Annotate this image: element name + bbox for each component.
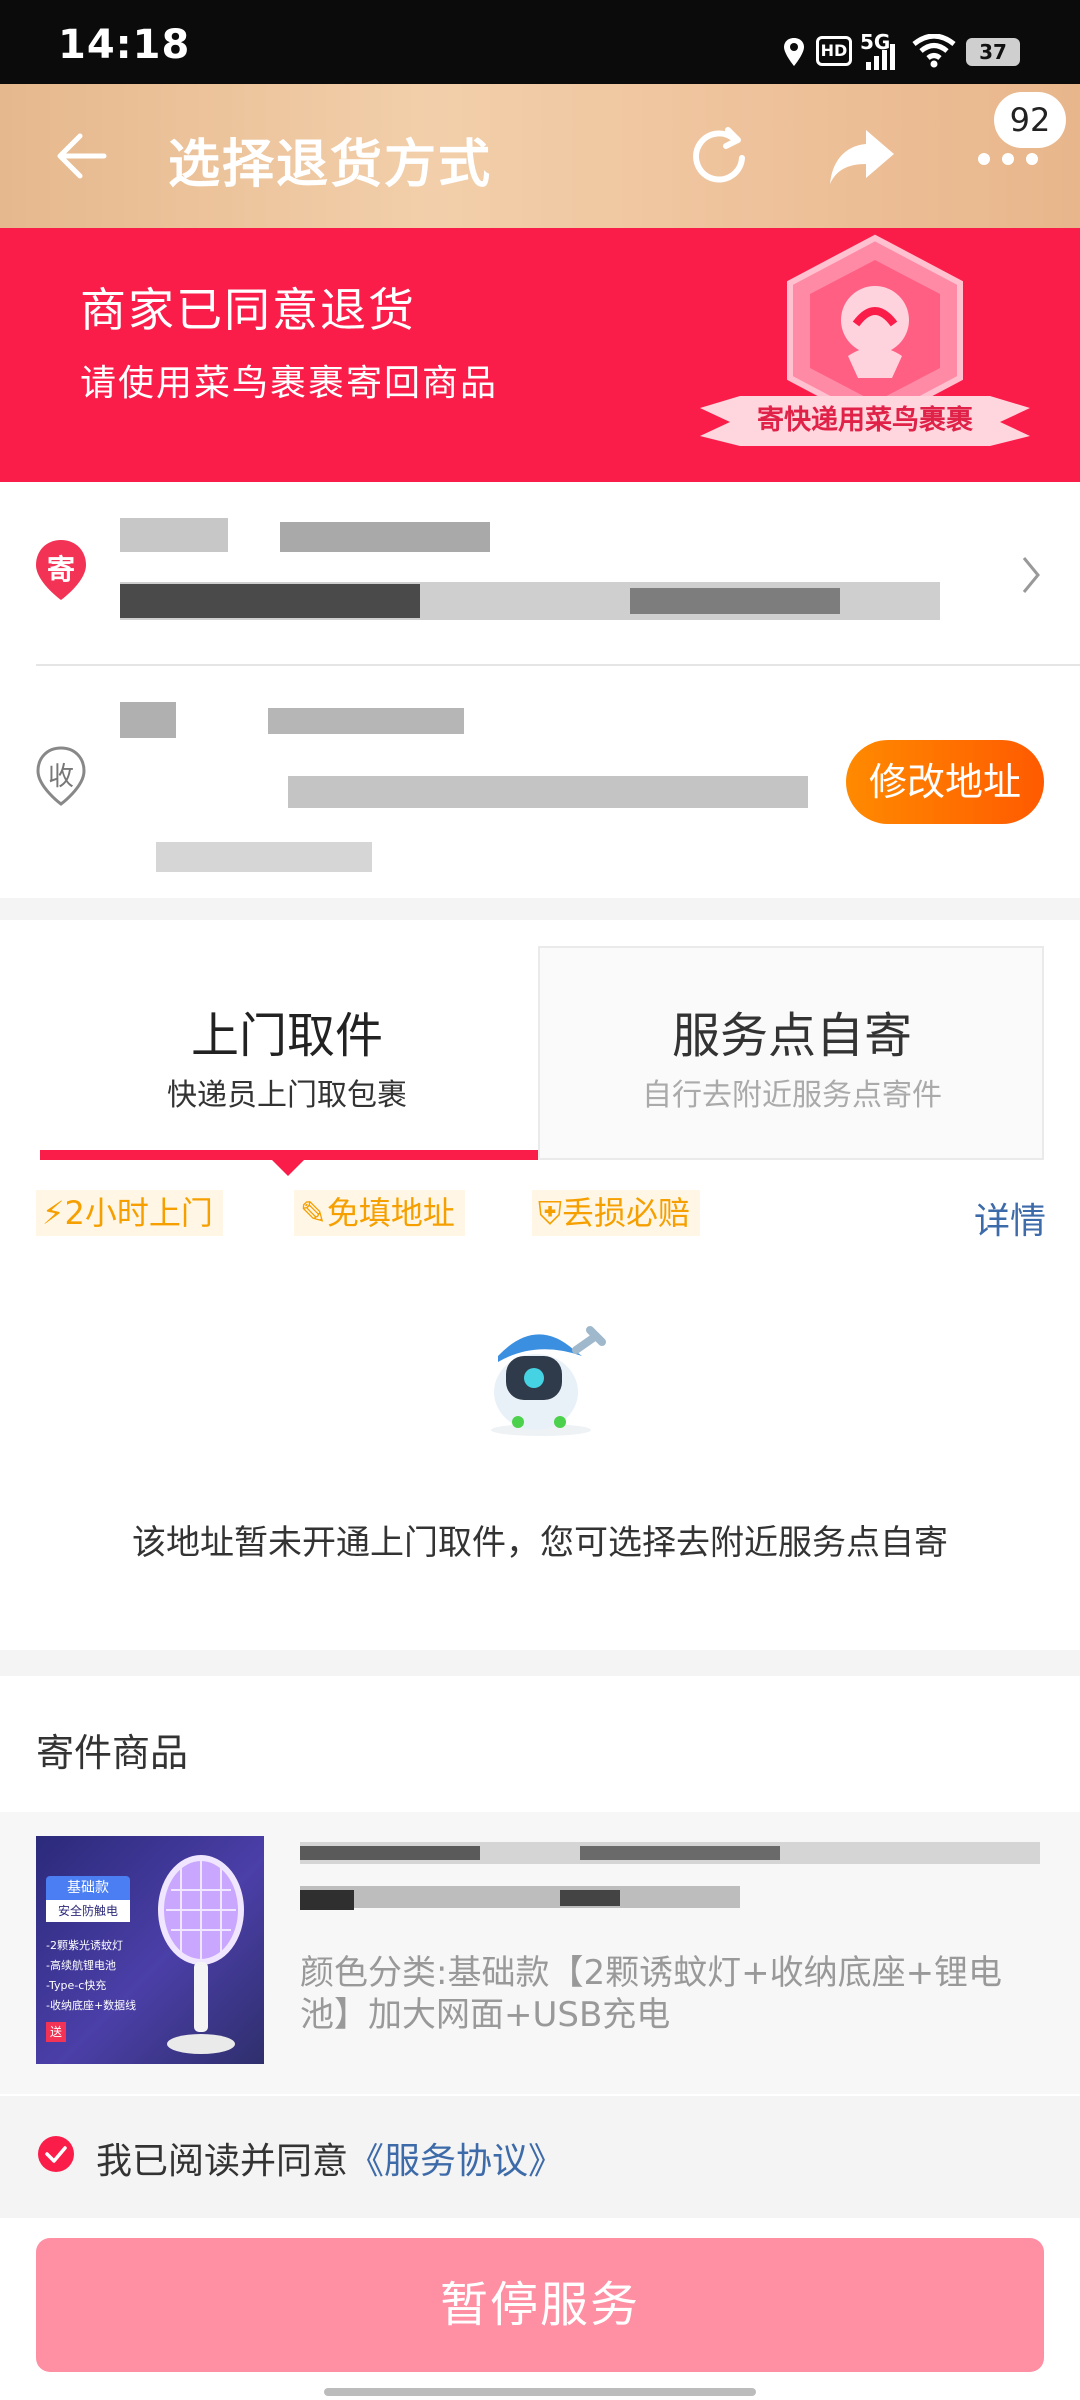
feature-tag: ✎免填地址 xyxy=(294,1190,465,1236)
page-title: 选择退货方式 xyxy=(168,135,493,195)
sender-tag: 寄 xyxy=(46,553,75,586)
return-banner: 商家已同意退货 请使用菜鸟裹裹寄回商品 寄快递用菜鸟裹裹 xyxy=(0,228,1080,482)
edit-note-icon: ✎ xyxy=(300,1194,327,1232)
lightning-icon: ⚡ xyxy=(42,1194,65,1232)
shield-icon: ⛨ xyxy=(538,1194,563,1232)
banner-title: 商家已同意退货 xyxy=(80,283,416,337)
tab-title: 上门取件 xyxy=(190,1008,383,1064)
goods-section: 寄件商品 基础款 安全防触电 -2颗紫光诱蚊灯 -高续航锂电池 -Type-c快… xyxy=(0,1676,1080,2096)
feature-tag: ⛨丢损必赔 xyxy=(532,1190,701,1236)
mosquito-racket-image xyxy=(158,1855,244,2054)
modify-address-button[interactable]: 修改地址 xyxy=(846,740,1044,824)
tab-self-dropoff[interactable]: 服务点自寄 自行去附近服务点寄件 xyxy=(540,946,1044,1160)
sender-address[interactable] xyxy=(120,518,1040,648)
robot-mascot-icon xyxy=(491,1326,606,1436)
top-nav: 选择退货方式 92 xyxy=(0,84,1080,228)
hd-icon: HD xyxy=(816,36,852,66)
wifi-icon xyxy=(912,34,956,68)
divider xyxy=(36,664,1080,666)
home-indicator[interactable] xyxy=(324,2388,756,2396)
tab-subtitle: 快递员上门取包裹 xyxy=(167,1078,407,1113)
share-icon[interactable] xyxy=(826,124,898,190)
tab-door-pickup[interactable]: 上门取件 快递员上门取包裹 xyxy=(36,946,540,1160)
status-bar: 14:18 HD 5G 37 xyxy=(0,0,1080,84)
location-icon xyxy=(784,38,804,66)
pickup-section: 上门取件 快递员上门取包裹 服务点自寄 自行去附近服务点寄件 ⚡2小时上门 ✎免… xyxy=(0,920,1080,1650)
product-title xyxy=(300,1842,1040,1922)
address-card: 寄 收 修改地址 xyxy=(0,482,1080,898)
status-time: 14:18 xyxy=(58,22,191,68)
tab-subtitle: 自行去附近服务点寄件 xyxy=(642,1078,942,1113)
goods-item[interactable]: 基础款 安全防触电 -2颗紫光诱蚊灯 -高续航锂电池 -Type-c快充 -收纳… xyxy=(0,1812,1080,2094)
product-variant: 颜色分类:基础款【2颗诱蚊灯+收纳底座+锂电池】加大网面+USB充电 xyxy=(300,1953,1003,2035)
bottom-bar: 暂停服务 xyxy=(0,2218,1080,2400)
tab-title: 服务点自寄 xyxy=(671,1008,912,1064)
receiver-address xyxy=(120,702,820,872)
battery-icon: 37 xyxy=(966,38,1020,66)
back-arrow-icon[interactable] xyxy=(50,126,110,186)
unavailable-notice: 该地址暂未开通上门取件，您可选择去附近服务点自寄 xyxy=(132,1523,948,1563)
detail-link[interactable]: 详情 xyxy=(974,1192,1046,1244)
message-badge[interactable]: 92 xyxy=(994,92,1066,148)
agreement-text: 我已阅读并同意 xyxy=(96,2141,349,2182)
product-thumbnail: 基础款 安全防触电 -2颗紫光诱蚊灯 -高续航锂电池 -Type-c快充 -收纳… xyxy=(36,1836,264,2064)
tab-active-arrow xyxy=(270,1158,306,1176)
service-agreement-link[interactable]: 《服务协议》 xyxy=(348,2141,564,2182)
chevron-right-icon[interactable] xyxy=(1020,554,1042,596)
refresh-icon[interactable] xyxy=(684,122,754,192)
more-icon[interactable] xyxy=(976,144,1040,174)
section-title: 寄件商品 xyxy=(36,1731,189,1775)
feature-tag: ⚡2小时上门 xyxy=(36,1190,223,1236)
receiver-tag: 收 xyxy=(47,762,74,792)
banner-subtitle: 请使用菜鸟裹裹寄回商品 xyxy=(80,363,499,404)
check-icon xyxy=(45,2146,67,2163)
ribbon-text: 寄快递用菜鸟裹裹 xyxy=(757,405,973,436)
agree-checkbox[interactable] xyxy=(38,2136,74,2172)
agreement-row: 我已阅读并同意《服务协议》 xyxy=(0,2096,1080,2216)
signal-icon xyxy=(866,44,895,70)
pause-service-button[interactable]: 暂停服务 xyxy=(36,2238,1044,2372)
